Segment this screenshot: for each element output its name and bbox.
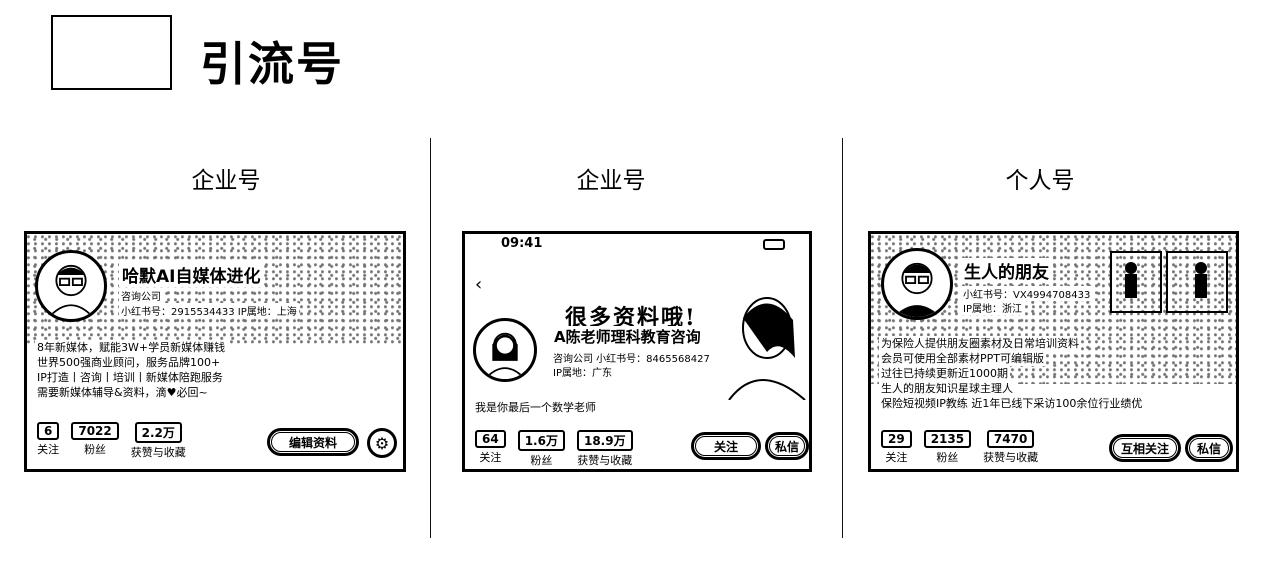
column-label-2: 企业号 xyxy=(576,168,646,194)
profile-location: IP属地：浙江 xyxy=(961,300,1024,315)
bio-line: 为保险人提供朋友圈素材及日常培训资料 xyxy=(879,336,1081,351)
profile-id-line: 咨询公司 小红书号：8465568427 xyxy=(551,350,712,365)
bio-line: 我是你最后一个数学老师 xyxy=(473,400,598,415)
column-divider xyxy=(430,138,431,538)
mutual-follow-button[interactable]: 互相关注 xyxy=(1109,434,1181,462)
stat-followers[interactable]: 1.6万 粉丝 xyxy=(517,430,565,468)
page-title: 引流号 xyxy=(200,37,344,91)
battery-icon xyxy=(763,239,785,250)
profile-id-line: 小红书号：VX4994708433 xyxy=(961,286,1093,301)
back-arrow-icon[interactable]: ‹ xyxy=(475,274,482,295)
profile-location: IP属地：广东 xyxy=(551,364,614,379)
profile-stats: 64 关注 1.6万 粉丝 18.9万 获赞与收藏 xyxy=(475,430,633,468)
gear-icon[interactable]: ⚙ xyxy=(367,428,397,458)
bio-line: 需要新媒体辅导&资料，滴♥必回~ xyxy=(35,385,210,400)
follow-button[interactable]: 关注 xyxy=(691,432,761,460)
column-divider xyxy=(842,138,843,538)
bio-line: 会员可使用全部素材PPT可编辑版 xyxy=(879,351,1046,366)
profile-type-badge: 咨询公司 xyxy=(119,288,163,303)
avatar[interactable] xyxy=(35,250,107,322)
profile-name: A陈老师理科教育咨询 xyxy=(551,326,704,347)
profile-name: 生人的朋友 xyxy=(961,258,1052,283)
stat-followers[interactable]: 2135 粉丝 xyxy=(923,430,972,465)
bio-line: 8年新媒体，赋能3W+学员新媒体赚钱 xyxy=(35,340,228,355)
stat-following[interactable]: 6 关注 xyxy=(37,422,60,460)
profile-bio: 为保险人提供朋友圈素材及日常培训资料 会员可使用全部素材PPT可编辑版 过往已持… xyxy=(879,336,1145,411)
avatar-portrait-icon xyxy=(893,262,941,317)
stat-followers[interactable]: 7022 粉丝 xyxy=(71,422,119,460)
stat-following[interactable]: 64 关注 xyxy=(475,430,506,468)
bio-line: IP打造丨咨询丨培训丨新媒体陪跑服务 xyxy=(35,370,225,385)
title-placeholder-box xyxy=(51,15,172,90)
teacher-photo xyxy=(728,297,806,400)
bio-line: 世界500强商业顾问，服务品牌100+ xyxy=(35,355,223,370)
stat-likes[interactable]: 7470 获赞与收藏 xyxy=(983,430,1038,465)
stat-following[interactable]: 29 关注 xyxy=(881,430,912,465)
profile-stats: 29 关注 2135 粉丝 7470 获赞与收藏 xyxy=(881,430,1038,465)
bio-line: 保险短视频IP教练 近1年已线下采访100余位行业绩优 xyxy=(879,396,1145,411)
stat-likes[interactable]: 2.2万 获赞与收藏 xyxy=(131,422,186,460)
message-button[interactable]: 私信 xyxy=(1185,434,1233,462)
avatar-portrait-icon xyxy=(484,332,526,379)
avatar[interactable] xyxy=(473,318,537,382)
edit-profile-button[interactable]: 编辑资料 xyxy=(267,428,359,456)
avatar-portrait-icon xyxy=(48,264,94,318)
column-label-3: 个人号 xyxy=(1005,168,1075,194)
profile-bio: 我是你最后一个数学老师 xyxy=(473,400,598,415)
profile-card-2: 09:41 ‹ 很多资料哦! A陈老师理科教育咨询 咨询公司 小红书号：8465… xyxy=(462,231,812,472)
column-label-1: 企业号 xyxy=(191,168,261,194)
profile-card-3: 生人的朋友 小红书号：VX4994708433 IP属地：浙江 为保险人提供朋友… xyxy=(868,231,1239,472)
profile-card-1: 哈默AI自媒体进化 咨询公司 小红书号：2915534433 IP属地：上海 8… xyxy=(24,231,406,472)
profile-bio: 8年新媒体，赋能3W+学员新媒体赚钱 世界500强商业顾问，服务品牌100+ I… xyxy=(35,340,228,400)
bio-line: 生人的朋友知识星球主理人 xyxy=(879,381,1015,396)
profile-id-line: 小红书号：2915534433 IP属地：上海 xyxy=(119,303,299,318)
avatar[interactable] xyxy=(881,248,953,320)
message-button[interactable]: 私信 xyxy=(765,432,809,460)
status-time: 09:41 xyxy=(501,236,543,251)
profile-name: 哈默AI自媒体进化 xyxy=(119,262,264,287)
profile-stats: 6 关注 7022 粉丝 2.2万 获赞与收藏 xyxy=(37,422,186,460)
bio-line: 过往已持续更新近1000期 xyxy=(879,366,1010,381)
stat-likes[interactable]: 18.9万 获赞与收藏 xyxy=(576,430,633,468)
